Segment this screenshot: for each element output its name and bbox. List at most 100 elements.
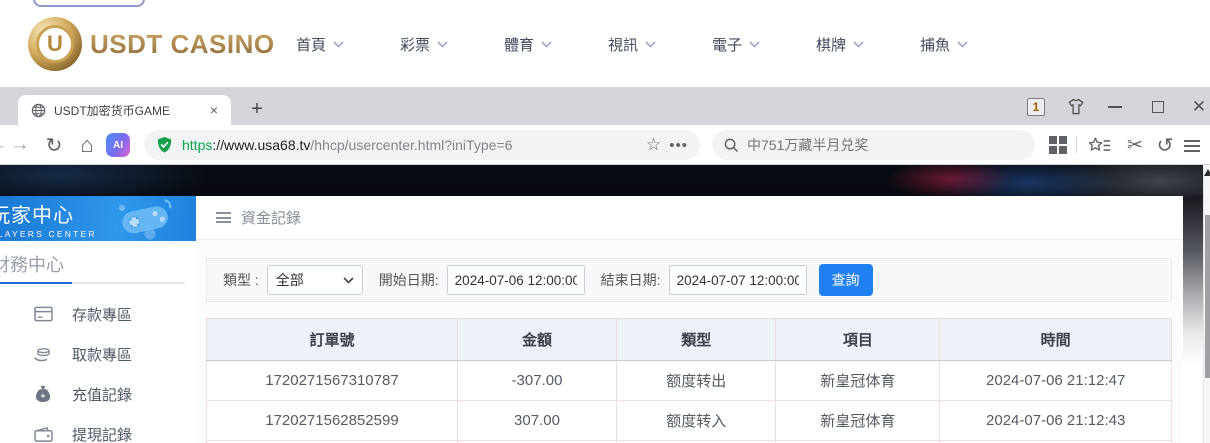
url-host: ://www.usa68.tv [212,137,310,153]
cell-order-no: 1720271567310787 [207,361,458,401]
sidebar-item-withdrawal-records[interactable]: 提現記錄 [0,419,196,443]
maximize-icon [1152,101,1164,113]
url-text: https://www.usa68.tv/hhcp/usercenter.htm… [182,137,638,153]
main-panel: 資金記錄 類型 : 全部 開始日期: 結束日期: 查詢 訂單號 金額 [196,196,1183,443]
nav-item-slots[interactable]: 電子 [684,34,788,55]
window-maximize-button[interactable] [1148,98,1168,116]
page-title: 資金記錄 [241,207,301,228]
url-path: /hhcp/usercenter.html?iniType=6 [310,137,512,153]
minimize-icon [1108,106,1122,108]
nav-item-fishing[interactable]: 捕魚 [892,34,996,55]
nav-item-video[interactable]: 視訊 [580,34,684,55]
cell-type: 额度转入 [617,401,776,441]
nav-item-home[interactable]: 首頁 [268,34,372,55]
cell-amount: 307.00 [457,401,616,441]
type-select-value: 全部 [276,270,304,290]
address-bar[interactable]: https://www.usa68.tv/hhcp/usercenter.htm… [144,130,700,160]
favorites-list-icon[interactable] [1086,125,1114,165]
nav-item-lottery[interactable]: 彩票 [372,34,476,55]
window-minimize-button[interactable] [1105,98,1125,116]
tab-close-icon[interactable]: × [207,102,221,118]
player-center-title-block: 玩家中心 PLAYERS CENTER [0,199,97,239]
shirt-icon[interactable] [1066,97,1086,116]
table-row: 1720271567310787 -307.00 额度转出 新皇冠体育 2024… [207,361,1172,401]
section-divider [0,282,185,284]
main-header: 資金記錄 [196,196,1183,240]
nav-item-boardgames[interactable]: 棋牌 [788,34,892,55]
nav-label: 首頁 [296,34,326,55]
chevron-down-icon [541,41,552,48]
start-date-label: 開始日期: [379,270,439,290]
search-box[interactable] [712,130,1035,160]
page-scrollbar[interactable] [1203,165,1210,443]
sidebar-item-withdraw[interactable]: 取款專區 [0,339,196,369]
refresh-icon[interactable]: ↻ [42,125,66,165]
site-nav: 首頁 彩票 體育 視訊 電子 棋牌 [268,0,996,88]
finance-center-section-title[interactable]: 財務中心 [0,251,64,277]
sidebar-item-label: 充值記錄 [72,384,132,405]
page-viewport: 玩家中心 PLAYERS CENTER 財務中心 存款專區 取款專區 [0,165,1210,443]
partial-popup-remnant [33,0,145,7]
nav-label: 捕魚 [920,34,950,55]
window-close-button[interactable]: ✕ [1188,96,1210,118]
svg-text:+: + [41,391,46,401]
sidebar-item-label: 提現記錄 [72,424,132,443]
ai-extension-icon[interactable]: AI [106,133,130,157]
chevron-down-icon [645,41,656,48]
undo-icon[interactable]: ↺ [1152,125,1178,165]
logo-coin-icon: U [28,17,82,71]
menu-hamburger-icon[interactable] [1184,125,1210,165]
more-options-icon[interactable]: ••• [669,137,688,154]
type-label: 類型 : [223,270,259,290]
nav-label: 彩票 [400,34,430,55]
cell-order-no: 1720271562852599 [207,401,458,441]
player-center-subtitle: PLAYERS CENTER [0,229,97,239]
sidebar-item-deposit[interactable]: 存款專區 [0,299,196,329]
page-background-banner [0,165,1203,196]
cell-time: 2024-07-06 21:12:47 [940,361,1172,401]
page-background-fade [1183,196,1203,443]
cell-time: 2024-07-06 21:12:43 [940,401,1172,441]
screenshot-scissors-icon[interactable]: ✂ [1122,125,1148,165]
nav-label: 棋牌 [816,34,846,55]
search-icon [724,138,739,153]
scrollbar-up-arrow[interactable] [1204,169,1210,176]
chevron-down-icon [333,41,344,48]
withdraw-hand-icon [33,344,53,364]
home-icon[interactable]: ⌂ [74,125,100,165]
col-time: 時間 [940,319,1172,361]
apps-grid-icon[interactable] [1046,125,1070,165]
nav-label: 電子 [712,34,742,55]
tab-count-badge[interactable]: 1 [1027,98,1045,116]
start-date-input[interactable] [447,265,585,295]
sidebar-item-recharge-records[interactable]: + 充值記錄 [0,379,196,409]
url-scheme: https [182,137,212,153]
wallet-icon [33,424,53,443]
forward-icon[interactable]: → [8,125,32,165]
deposit-card-icon [33,304,53,324]
search-input[interactable] [747,137,997,153]
browser-toolbar: ← → ↻ ⌂ AI https://www.usa68.tv/hhcp/use… [0,125,1210,165]
new-tab-button[interactable]: + [243,95,271,123]
browser-tab[interactable]: USDT加密货币GAME × [18,95,231,125]
globe-icon [31,103,46,118]
security-shield-icon [156,136,173,154]
logo-text: USDT CASINO [90,29,275,60]
player-center-banner: 玩家中心 PLAYERS CENTER [0,196,196,241]
grid-squares [1049,136,1067,154]
scrollbar-thumb[interactable] [1205,215,1210,378]
nav-item-sports[interactable]: 體育 [476,34,580,55]
end-date-input[interactable] [669,265,807,295]
filter-bar: 類型 : 全部 開始日期: 結束日期: 查詢 [206,258,1172,302]
col-item: 項目 [776,319,940,361]
browser-tab-bar: USDT加密货币GAME × + 1 ✕ [0,88,1210,125]
type-select[interactable]: 全部 [267,265,363,295]
toolbar-separator [1076,137,1077,153]
moneybag-icon: + [33,384,53,404]
chevron-down-icon [957,41,968,48]
bookmark-star-icon[interactable]: ☆ [638,135,669,155]
logo-letter: U [36,25,74,63]
query-button[interactable]: 查詢 [819,264,873,296]
cell-item: 新皇冠体育 [776,361,940,401]
table-header-row: 訂單號 金額 類型 項目 時間 [207,319,1172,361]
